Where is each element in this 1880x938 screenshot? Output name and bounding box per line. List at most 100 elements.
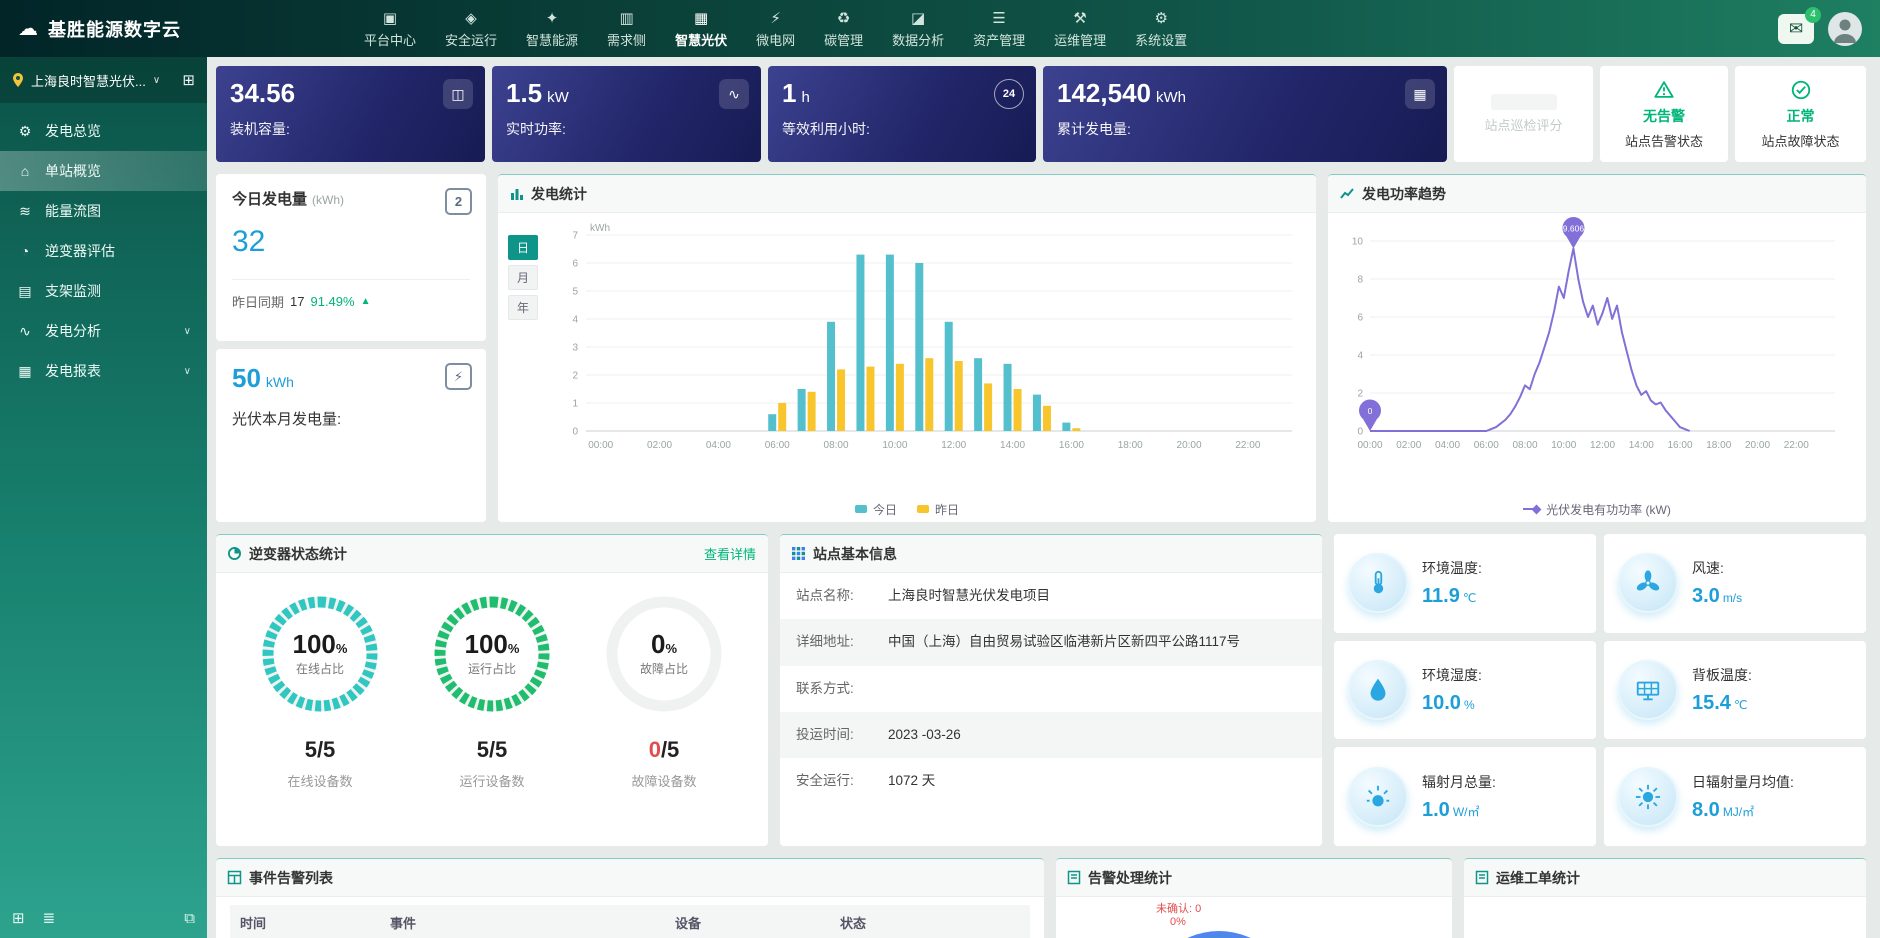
svg-text:4: 4 <box>1357 351 1363 362</box>
station-selector[interactable]: 上海良时智慧光伏... ∨ ⊞ <box>0 57 207 103</box>
menu-list-icon[interactable]: ≣ <box>43 909 56 927</box>
svg-text:10: 10 <box>1352 237 1364 248</box>
sidebar-item-energy-flow[interactable]: ≋ 能量流图 <box>0 191 207 231</box>
sidebar-item-inverter-evaluation[interactable]: ◔ 逆变器评估 <box>0 231 207 271</box>
nav-item-safe-operation[interactable]: ◈ 安全运行 <box>439 5 503 53</box>
mail-button[interactable]: ✉ 4 <box>1778 14 1814 44</box>
fan-icon <box>1618 553 1678 613</box>
droplet-icon <box>1348 660 1408 720</box>
stat-card-realtime-power: 1.5kW 实时功率: ∿ <box>492 66 761 162</box>
collapse-grid-icon[interactable]: ⊞ <box>12 909 25 927</box>
realtime-power-label: 实时功率: <box>506 119 747 139</box>
solar-panel-icon: ▦ <box>675 9 727 27</box>
nav-item-smart-pv[interactable]: ▦ 智慧光伏 <box>669 5 733 53</box>
tab-day[interactable]: 日 <box>508 235 538 260</box>
row-events: 事件告警列表 时间 事件 设备 状态 告警处理统计 未确认: 0 <box>216 858 1866 938</box>
fault-device-count: 0/5 <box>649 737 680 763</box>
main-content: 34.56 装机容量: ◫ 1.5kW 实时功率: ∿ 1h 等效利用小时: 2… <box>207 57 1880 938</box>
row-status: 逆变器状态统计 查看详情 100% 在线占比 5/5 在线设备数 <box>216 534 1866 846</box>
gear-icon: ⚙ <box>1135 9 1187 27</box>
svg-text:10:00: 10:00 <box>882 440 907 451</box>
svg-text:16:00: 16:00 <box>1059 440 1084 451</box>
info-row-address: 详细地址: 中国（上海）自由贸易试验区临港新片区新四平公路1117号 <box>780 619 1322 665</box>
svg-text:02:00: 02:00 <box>1396 440 1421 451</box>
alarm-status-label: 站点告警状态 <box>1625 131 1703 150</box>
nav-item-platform-center[interactable]: ▣ 平台中心 <box>358 5 422 53</box>
event-alarm-list-title: 事件告警列表 <box>249 868 333 888</box>
mail-icon: ✉ <box>1789 19 1803 39</box>
env-card-backplane-temp: 背板温度: 15.4℃ <box>1604 641 1866 740</box>
svg-text:kWh: kWh <box>590 223 610 234</box>
legend-today[interactable]: 今日 <box>855 501 897 518</box>
station-name: 上海良时智慧光伏... <box>31 71 146 90</box>
work-order-panel: 运维工单统计 <box>1464 858 1866 938</box>
today-swatch <box>855 505 867 513</box>
fault-ratio-ring: 0% 故障占比 0/5 故障设备数 <box>599 589 729 846</box>
sidebar-item-station-overview[interactable]: ⌂ 单站概览 <box>0 151 207 191</box>
platform-icon: ▣ <box>364 9 416 27</box>
alarm-status-value: 无告警 <box>1643 106 1685 126</box>
svg-text:18:00: 18:00 <box>1118 440 1143 451</box>
sidebar-item-generation-analysis[interactable]: ∿ 发电分析 ∨ <box>0 311 207 351</box>
sidebar-footer: ⊞ ≣ ⧉ <box>0 898 207 938</box>
bar-chart-icon <box>510 187 523 200</box>
stat-card-installed-capacity: 34.56 装机容量: ◫ <box>216 66 485 162</box>
env-card-humidity: 环境湿度: 10.0% <box>1334 641 1596 740</box>
app-title: 基胜能源数字云 <box>48 16 181 42</box>
info-row-contact: 联系方式: <box>780 666 1322 712</box>
mail-badge: 4 <box>1805 7 1821 23</box>
legend-yesterday[interactable]: 昨日 <box>917 501 959 518</box>
sidebar-item-bracket-monitoring[interactable]: ▤ 支架监测 <box>0 271 207 311</box>
svg-text:08:00: 08:00 <box>1512 440 1537 451</box>
running-device-count: 5/5 <box>477 737 508 763</box>
tab-year[interactable]: 年 <box>508 295 538 320</box>
avatar[interactable] <box>1828 12 1862 46</box>
today-generation-title: 今日发电量 <box>232 188 307 209</box>
col-device: 设备 <box>675 913 840 932</box>
nav-item-assets[interactable]: ☰ 资产管理 <box>967 5 1031 53</box>
nav-item-microgrid[interactable]: ⚡ 微电网 <box>750 5 801 53</box>
window-icon[interactable]: ⧉ <box>184 910 195 927</box>
bracket-icon: ▤ <box>16 283 34 300</box>
shield-icon: ◈ <box>445 9 497 27</box>
main-nav: ▣ 平台中心 ◈ 安全运行 ✦ 智慧能源 ▥ 需求侧 ▦ 智慧光伏 ⚡ 微电网 … <box>358 5 1193 53</box>
yesterday-label: 昨日同期 <box>232 292 284 311</box>
unconfirmed-annotation: 未确认: 0 0% <box>1156 903 1452 929</box>
radiation-sun-icon <box>1348 767 1408 827</box>
legend-active-power[interactable]: 光伏发电有功功率 (kW) <box>1523 501 1671 518</box>
top-navbar: ☁ 基胜能源数字云 ▣ 平台中心 ◈ 安全运行 ✦ 智慧能源 ▥ 需求侧 ▦ 智… <box>0 0 1880 57</box>
grid-dots-icon <box>792 547 805 560</box>
nav-item-data-analysis[interactable]: ◪ 数据分析 <box>886 5 950 53</box>
sidebar-menu: ⚙ 发电总览 ⌂ 单站概览 ≋ 能量流图 ◔ 逆变器评估 ▤ 支架监测 ∿ 发电… <box>0 103 207 391</box>
svg-text:16:00: 16:00 <box>1667 440 1692 451</box>
station-grid-icon[interactable]: ⊞ <box>182 71 195 89</box>
info-row-safe-days: 安全运行: 1072 天 <box>780 758 1322 804</box>
trend-icon <box>1340 187 1354 200</box>
generation-bar-chart: 01234567kWh00:0002:0004:0006:0008:0010:0… <box>550 221 1306 459</box>
svg-text:04:00: 04:00 <box>706 440 731 451</box>
inverter-status-panel: 逆变器状态统计 查看详情 100% 在线占比 5/5 在线设备数 <box>216 534 768 846</box>
env-card-daily-radiation-avg: 日辐射量月均值: 8.0MJ/㎡ <box>1604 747 1866 846</box>
power-trend-title: 发电功率趋势 <box>1362 184 1446 204</box>
nav-item-ops-management[interactable]: ⚒ 运维管理 <box>1048 5 1112 53</box>
growth-percent: 91.49% <box>310 294 354 309</box>
sidebar-item-generation-report[interactable]: ▦ 发电报表 ∨ <box>0 351 207 391</box>
document-icon <box>1068 871 1080 884</box>
power-trend-chart: 024681000:0002:0004:0006:0008:0010:0012:… <box>1340 223 1845 461</box>
view-details-link[interactable]: 查看详情 <box>704 544 756 563</box>
nav-item-demand-side[interactable]: ▥ 需求侧 <box>601 5 652 53</box>
demand-icon: ▥ <box>607 9 646 27</box>
flow-icon: ≋ <box>16 203 34 220</box>
utilization-hours-value: 1 <box>782 78 796 108</box>
report-table-icon: ▦ <box>16 363 34 380</box>
chevron-down-icon: ∨ <box>184 366 191 377</box>
calendar-icon: 2 <box>445 188 472 215</box>
nav-item-smart-energy[interactable]: ✦ 智慧能源 <box>520 5 584 53</box>
nav-item-system-settings[interactable]: ⚙ 系统设置 <box>1129 5 1193 53</box>
sidebar-item-generation-overview[interactable]: ⚙ 发电总览 <box>0 111 207 151</box>
navbar-right: ✉ 4 <box>1778 12 1862 46</box>
tab-month[interactable]: 月 <box>508 265 538 290</box>
nav-item-carbon[interactable]: ♻ 碳管理 <box>818 5 869 53</box>
arrow-up-icon: ▲ <box>361 296 371 307</box>
running-ratio-ring: 100% 运行占比 5/5 运行设备数 <box>427 589 557 846</box>
